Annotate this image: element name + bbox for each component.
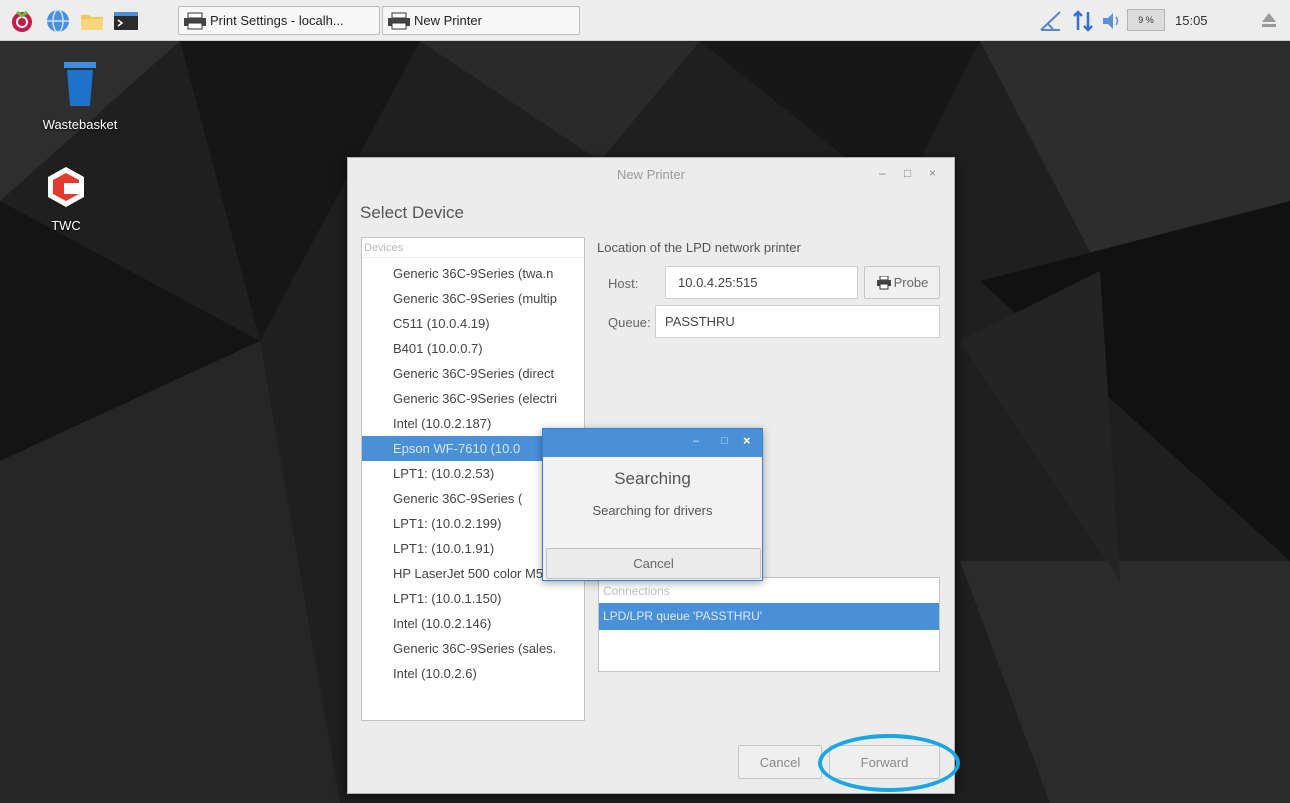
desktop-icon-label: Wastebasket [42,117,118,132]
list-item[interactable]: Generic 36C-9Series (sales. [362,636,584,661]
raspberry-menu-icon[interactable] [9,8,35,34]
list-item[interactable]: Generic 36C-9Series (twa.n [362,261,584,286]
searching-dialog: – □ × Searching Searching for drivers Ca… [542,428,763,581]
list-item[interactable]: Intel (10.0.2.6) [362,661,584,686]
lpd-location-label: Location of the LPD network printer [597,240,801,255]
web-browser-icon[interactable] [45,8,71,34]
desktop-icon-twc[interactable]: TWC [26,165,106,233]
highlight-ring [818,734,960,792]
list-item[interactable]: Generic 36C-9Series (direct [362,361,584,386]
volume-icon[interactable] [1100,8,1124,34]
list-item[interactable]: LPT1: (10.0.1.150) [362,586,584,611]
searching-message: Searching for drivers [592,503,713,518]
connection-row-selected[interactable]: LPD/LPR queue 'PASSTHRU' [599,603,939,630]
printer-icon [388,12,410,29]
desktop-icon-label: TWC [51,218,81,233]
task-label: Print Settings - localh... [210,13,344,28]
maximize-button[interactable]: □ [904,166,911,180]
printer-icon [876,275,891,289]
close-button[interactable]: × [743,433,751,448]
clock[interactable]: 15:05 [1175,13,1208,28]
minimize-button[interactable]: – [693,435,699,447]
desktop-icon-wastebasket[interactable]: Wastebasket [40,60,120,132]
connections-column-header[interactable]: Connections [599,580,939,602]
list-item[interactable]: Intel (10.0.2.146) [362,611,584,636]
twc-app-icon [48,167,84,207]
taskbar-task-new-printer[interactable]: New Printer [382,6,580,35]
searching-cancel-button[interactable]: Cancel [546,548,761,579]
cancel-button[interactable]: Cancel [738,745,822,779]
devices-column-header[interactable]: Devices [362,238,584,258]
searching-title: Searching [614,469,691,488]
list-item[interactable]: Generic 36C-9Series (electri [362,386,584,411]
close-button[interactable]: × [929,166,936,180]
probe-button[interactable]: Probe [864,266,940,299]
probe-label: Probe [893,275,929,290]
maximize-button[interactable]: □ [721,435,728,447]
file-manager-icon[interactable] [79,8,105,34]
terminal-icon[interactable] [113,8,139,34]
taskbar-task-print-settings[interactable]: Print Settings - localh... [178,6,380,35]
select-device-heading: Select Device [360,203,464,222]
queue-label: Queue: [608,315,651,330]
wastebasket-icon [64,62,96,106]
network-transfer-icon[interactable] [1071,8,1095,34]
cpu-usage-monitor[interactable]: 9 % [1127,9,1165,31]
minimize-button[interactable]: – [879,166,886,180]
host-label: Host: [608,276,639,291]
host-input[interactable]: 10.0.4.25:515 [665,266,858,299]
searching-titlebar: – □ × [543,429,762,457]
list-item[interactable]: C511 (10.0.4.19) [362,311,584,336]
printer-icon [184,12,206,29]
vnc-connection-icon[interactable] [1038,8,1064,34]
connections-list[interactable]: Connections LPD/LPR queue 'PASSTHRU' [598,577,940,672]
eject-icon[interactable] [1260,8,1278,32]
list-item[interactable]: B401 (10.0.0.7) [362,336,584,361]
taskbar: Print Settings - localh... New Printer 9… [0,0,1290,41]
dialog-title: New Printer [617,167,685,182]
list-item[interactable]: Generic 36C-9Series (multip [362,286,584,311]
task-label: New Printer [414,13,482,28]
queue-input[interactable]: PASSTHRU [655,305,940,338]
